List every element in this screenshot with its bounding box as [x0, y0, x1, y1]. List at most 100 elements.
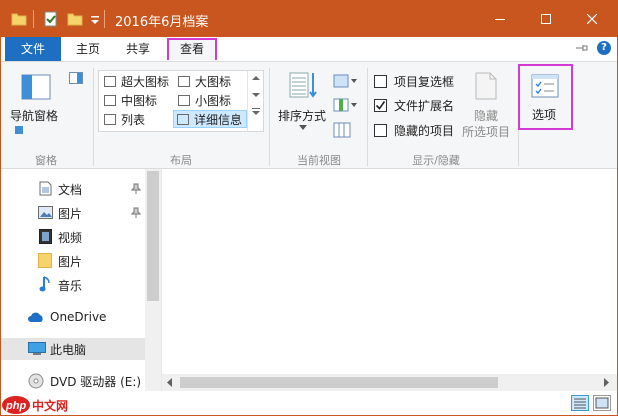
music-icon: [39, 276, 50, 292]
scroll-left-icon[interactable]: [166, 378, 174, 387]
pin-icon[interactable]: [131, 207, 141, 218]
nav-item-onedrive[interactable]: OneDrive: [1, 307, 145, 329]
options-icon: [531, 74, 559, 98]
new-folder-icon[interactable]: [67, 11, 83, 27]
group-by-icon[interactable]: [333, 74, 357, 88]
item-checkboxes-checkbox[interactable]: [374, 75, 387, 88]
customize-quick-access-icon[interactable]: [90, 11, 100, 27]
layout-gallery: 超大图标 大图标 中图标 小图标 列表 详细信息: [98, 70, 264, 132]
nav-pane-scroll-thumb[interactable]: [147, 171, 159, 301]
ribbon-tabs: 文件 主页 共享 查看 ?: [1, 37, 617, 61]
large-icons-view-button[interactable]: [593, 395, 611, 411]
close-icon: [587, 14, 597, 24]
php-logo-icon: php 中文网: [2, 396, 68, 414]
tab-file[interactable]: 文件: [5, 37, 61, 61]
video-icon: [39, 229, 52, 244]
nav-item-pictures[interactable]: 图片: [1, 202, 145, 224]
ribbon-view-panel: 导航窗格 窗格 超大图标 大图标 中图标 小图标 列表 详细信息 布局 排序方式…: [1, 61, 617, 169]
minimize-button[interactable]: [477, 1, 523, 37]
maximize-button[interactable]: [523, 1, 569, 37]
checkmark-icon: [375, 101, 386, 110]
nav-item-videos[interactable]: 视频: [1, 226, 145, 248]
layout-item[interactable]: 中图标: [101, 92, 157, 110]
dvd-icon: [28, 373, 44, 389]
preview-pane-icon[interactable]: [69, 72, 83, 84]
layout-item-selected[interactable]: 详细信息: [173, 110, 247, 128]
layout-item[interactable]: 超大图标: [101, 73, 169, 91]
maximize-icon: [541, 14, 551, 24]
layout-group-label: 布局: [170, 154, 192, 167]
svg-text:php: php: [5, 400, 26, 412]
watermark-logo: php 中文网: [1, 394, 71, 416]
layout-item[interactable]: 小图标: [175, 92, 231, 110]
pin-icon[interactable]: [131, 183, 141, 194]
list-icon: [104, 114, 116, 125]
nav-item-this-pc[interactable]: 此电脑: [1, 338, 145, 360]
sort-by-button[interactable]: 排序方式: [278, 107, 326, 124]
quick-access-separator: [33, 10, 34, 28]
close-button[interactable]: [569, 1, 615, 37]
large-icons-icon: [178, 76, 190, 87]
svg-text:中文网: 中文网: [32, 398, 68, 413]
dropdown-arrow-icon: [299, 125, 307, 130]
group-separator: [93, 68, 94, 166]
group-separator: [269, 68, 270, 166]
scroll-up-icon[interactable]: [248, 71, 264, 85]
content-horizontal-scrollbar[interactable]: [162, 374, 617, 391]
panes-group-label: 窗格: [35, 154, 57, 167]
minimize-icon: [495, 19, 505, 20]
file-list-area[interactable]: [161, 169, 617, 391]
window-title: 2016年6月档案: [115, 15, 209, 30]
help-icon[interactable]: ?: [597, 41, 611, 55]
size-columns-icon[interactable]: [333, 122, 351, 138]
folder-icon[interactable]: [11, 11, 27, 27]
expand-gallery-icon[interactable]: [248, 105, 264, 119]
tab-share[interactable]: 共享: [115, 38, 161, 60]
sort-by-icon[interactable]: [289, 70, 319, 100]
current-view-group-label: 当前视图: [297, 154, 341, 167]
details-view-button[interactable]: [571, 395, 589, 411]
nav-item-documents[interactable]: 文档: [1, 178, 145, 200]
hide-selected-items-icon[interactable]: [475, 72, 497, 100]
navigation-pane: 文档 图片 视频 图片 音乐 OneDrive 此电脑 DVD 驱动器 (E:): [1, 169, 161, 391]
nav-item-music[interactable]: 音乐: [1, 274, 145, 296]
small-icons-icon: [178, 95, 190, 106]
hidden-items-checkbox[interactable]: [374, 124, 387, 137]
nav-pane-scrollbar[interactable]: [145, 169, 161, 391]
picture-icon: [38, 206, 53, 219]
navigation-pane-icon[interactable]: [21, 74, 51, 100]
file-extensions-label: 文件扩展名: [394, 99, 455, 113]
properties-icon[interactable]: [43, 11, 59, 27]
large-icons-view-icon: [595, 397, 609, 409]
hide-selected-line1: 隐藏: [474, 109, 499, 123]
details-view-icon: [574, 398, 586, 409]
document-icon: [39, 181, 52, 196]
title-bar: 2016年6月档案: [1, 1, 617, 37]
tab-home[interactable]: 主页: [65, 38, 111, 60]
nav-item-dvd-drive[interactable]: DVD 驱动器 (E:): [1, 370, 145, 392]
show-hide-group-label: 显示/隐藏: [412, 154, 460, 167]
layout-item[interactable]: 列表: [101, 111, 145, 129]
hide-selected-line2: 所选项目: [462, 125, 511, 139]
content-scroll-thumb[interactable]: [180, 377, 498, 388]
scroll-right-icon[interactable]: [602, 378, 610, 387]
layout-item[interactable]: 大图标: [175, 73, 231, 91]
navigation-pane-button[interactable]: 导航窗格: [10, 107, 58, 124]
folder-icon: [38, 253, 52, 268]
file-extensions-checkbox[interactable]: [374, 99, 387, 112]
scroll-down-icon[interactable]: [248, 88, 264, 102]
add-columns-icon[interactable]: [333, 98, 357, 112]
nav-item-pictures-folder[interactable]: 图片: [1, 250, 145, 272]
layout-gallery-scroller[interactable]: [247, 71, 263, 131]
medium-icons-icon: [104, 95, 116, 106]
hidden-items-label: 隐藏的项目: [394, 124, 455, 138]
tab-view[interactable]: 查看: [167, 38, 217, 60]
item-checkboxes-label: 项目复选框: [394, 75, 455, 89]
dropdown-arrow-icon: [15, 126, 23, 134]
minimize-ribbon-icon[interactable]: [575, 43, 589, 53]
group-separator: [367, 68, 368, 166]
options-label: 选项: [532, 108, 557, 122]
options-button[interactable]: 选项: [518, 64, 573, 130]
title-separator: [104, 10, 105, 28]
onedrive-icon: [28, 312, 43, 322]
